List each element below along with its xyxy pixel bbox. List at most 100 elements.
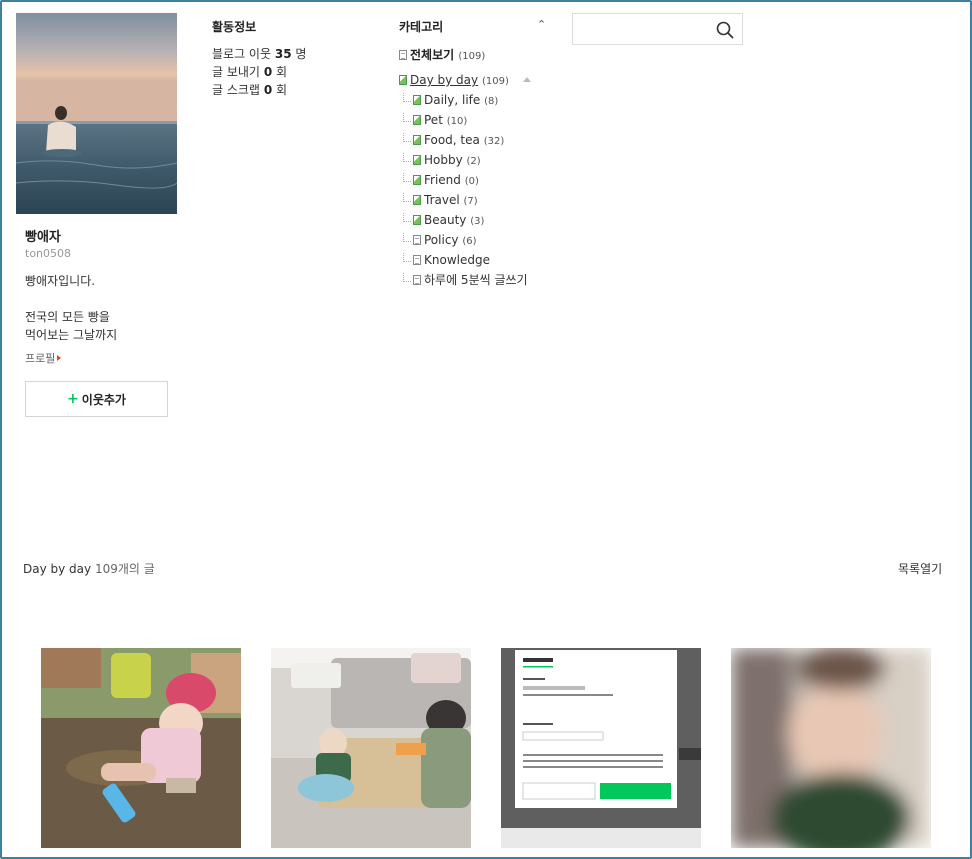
category-item[interactable]: Beauty (3) [403, 213, 543, 233]
activity-neighbors-unit: 명 [295, 47, 307, 61]
category-item[interactable]: Knowledge [403, 253, 543, 273]
post-thumbnail-image [731, 648, 931, 848]
category-item-label: Beauty [424, 213, 467, 227]
document-icon [413, 95, 421, 105]
post-thumbnail[interactable] [501, 648, 701, 848]
profile-name: 빵애자 [25, 230, 61, 245]
activity-scrap-label: 글 스크랩 [212, 83, 260, 97]
category-title: 카테고리 [399, 20, 444, 34]
document-icon [413, 175, 421, 185]
activity-scrap: 글 스크랩 0 회 [212, 81, 306, 99]
category-item-label: Pet [424, 113, 443, 127]
category-item-count: (0) [464, 176, 479, 187]
category-item[interactable]: Friend (0) [403, 173, 543, 193]
post-thumbnail[interactable] [41, 648, 241, 848]
category-item-label: Knowledge [424, 253, 490, 267]
posts-count: 109개의 글 [94, 562, 155, 576]
category-item-count: (6) [462, 236, 477, 247]
profile-photo-image [16, 13, 177, 214]
document-icon [413, 155, 421, 165]
tree-line-icon [403, 233, 411, 242]
category-item-label: Hobby [424, 153, 463, 167]
category-item[interactable]: Hobby (2) [403, 153, 543, 173]
post-thumbnail[interactable] [271, 648, 471, 848]
document-icon [399, 50, 407, 60]
search-input[interactable] [573, 14, 713, 44]
activity-send-count: 0 [263, 65, 273, 79]
post-thumbnail[interactable] [731, 648, 931, 848]
category-item-count: (3) [470, 216, 485, 227]
profile-link-label: 프로필 [25, 352, 56, 365]
category-item-count: (8) [484, 96, 499, 107]
category-children: Daily, life (8) Pet (10) Food, tea (32) … [403, 93, 543, 303]
category-item-count: (2) [466, 156, 481, 167]
category-item[interactable]: Policy (6) [403, 233, 543, 253]
profile-photo[interactable] [16, 13, 177, 214]
collapse-arrow-icon[interactable] [523, 77, 531, 82]
category-panel: 카테고리 ⌃ 전체보기 (109) Day by day (109) Daily… [399, 18, 549, 287]
search-box [572, 13, 743, 45]
profile-description-line: 먹어보는 그날까지 [25, 328, 118, 342]
profile-description-line: 전국의 모든 빵을 [25, 310, 110, 324]
category-day-by-day[interactable]: Day by day (109) [399, 73, 509, 87]
category-parent-count: (109) [481, 76, 509, 87]
posts-category: Day by day [23, 562, 92, 576]
category-item[interactable]: 하루에 5분씩 글쓰기 [403, 273, 531, 303]
plus-icon: + [67, 391, 79, 407]
document-icon [413, 235, 421, 245]
profile-id: ton0508 [25, 247, 72, 260]
category-item-label: Policy [424, 233, 459, 247]
category-item-count: (10) [446, 116, 468, 127]
document-icon [413, 255, 421, 265]
tree-line-icon [403, 273, 411, 282]
category-all-count: (109) [458, 51, 486, 62]
add-neighbor-button[interactable]: + 이웃추가 [25, 381, 168, 417]
activity-send: 글 보내기 0 회 [212, 63, 306, 81]
activity-scrap-count: 0 [263, 83, 273, 97]
profile-link[interactable]: 프로필 [25, 350, 62, 366]
category-item[interactable]: Food, tea (32) [403, 133, 543, 153]
tree-line-icon [403, 93, 411, 102]
tree-line-icon [403, 113, 411, 122]
category-all-label: 전체보기 [410, 48, 455, 62]
activity-neighbors-label: 블로그 이웃 [212, 47, 272, 61]
category-item-count: (7) [463, 196, 478, 207]
collapse-icon[interactable]: ⌃ [537, 18, 546, 31]
activity-neighbors-count: 35 [274, 47, 292, 61]
category-item-label: Food, tea [424, 133, 480, 147]
category-parent-label: Day by day [410, 73, 479, 87]
posts-header: Day by day 109개의 글 [23, 560, 155, 577]
arrow-right-icon [57, 355, 62, 361]
document-icon [413, 135, 421, 145]
category-all[interactable]: 전체보기 (109) [399, 46, 485, 63]
tree-line-icon [403, 133, 411, 142]
post-thumbnail-image [41, 648, 241, 848]
post-thumbnail-image [271, 648, 471, 848]
category-item[interactable]: Travel (7) [403, 193, 543, 213]
activity-neighbors: 블로그 이웃 35 명 [212, 45, 306, 63]
list-open-button[interactable]: 목록열기 [898, 560, 942, 577]
tree-line-icon [403, 213, 411, 222]
category-item-label: 하루에 5분씩 글쓰기 [424, 273, 528, 287]
document-icon [413, 215, 421, 225]
category-item-count: (32) [483, 136, 505, 147]
document-icon [413, 275, 421, 285]
add-neighbor-label: 이웃추가 [81, 392, 126, 407]
search-icon[interactable] [716, 21, 734, 39]
activity-send-unit: 회 [276, 65, 288, 79]
document-icon [399, 75, 407, 85]
document-icon [413, 195, 421, 205]
category-item[interactable]: Daily, life (8) [403, 93, 543, 113]
tree-line-icon [403, 253, 411, 262]
category-item-label: Daily, life [424, 93, 481, 107]
tree-line-icon [403, 153, 411, 162]
post-thumbnail-image [501, 648, 701, 848]
tree-line-icon [403, 193, 411, 202]
tree-line-icon [403, 173, 411, 182]
document-icon [413, 115, 421, 125]
category-item[interactable]: Pet (10) [403, 113, 543, 133]
profile-description: 전국의 모든 빵을 먹어보는 그날까지 [25, 308, 117, 344]
profile-intro: 빵애자입니다. [25, 274, 96, 288]
activity-title: 활동정보 [212, 20, 257, 34]
activity-info: 활동정보 블로그 이웃 35 명 글 보내기 0 회 글 스크랩 0 회 [212, 18, 306, 99]
